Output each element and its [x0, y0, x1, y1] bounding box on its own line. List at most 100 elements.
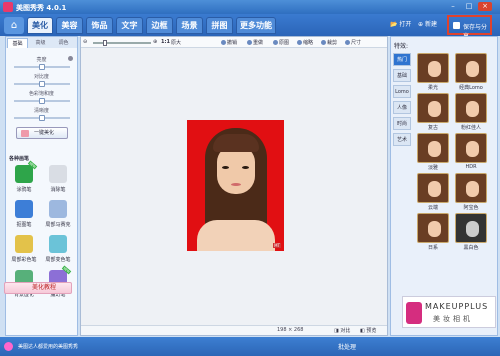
category-portrait[interactable]: 人像: [393, 101, 411, 114]
original-size-button[interactable]: 原大: [171, 39, 181, 46]
tab-text[interactable]: 文字: [116, 17, 143, 34]
effect-thumbnail: [417, 173, 449, 203]
effect-japanese[interactable]: 日系: [415, 213, 451, 251]
effect-hdr[interactable]: HDR: [453, 133, 489, 171]
photo-watermark: MT: [273, 243, 281, 248]
effect-label: 云端: [427, 205, 438, 211]
color-brush[interactable]: 局部彩色笔: [9, 235, 39, 267]
photo-eye: [222, 166, 229, 169]
magic-icon: [21, 130, 29, 137]
tab-accessories[interactable]: 饰品: [86, 17, 113, 34]
zoom-ratio[interactable]: 1:1: [161, 39, 170, 45]
one-click-beautify-button[interactable]: 一键美化: [16, 127, 68, 139]
status-bar: 美图达人都爱用的美图秀秀 批处理: [0, 337, 500, 356]
save-share-button[interactable]: 保存与分享: [447, 15, 492, 40]
zoom-slider[interactable]: [93, 40, 151, 46]
makeupplus-ad[interactable]: MAKEUPPLUS 美妆相机: [402, 296, 496, 328]
undo-button[interactable]: 撤销: [221, 39, 237, 46]
batch-button[interactable]: 批处理: [338, 342, 356, 351]
original-icon: [273, 40, 278, 45]
crop-button[interactable]: 裁剪: [321, 39, 337, 46]
effect-label: 日系: [427, 245, 438, 251]
category-fashion[interactable]: 时尚: [393, 117, 411, 130]
app-window: 美图秀秀 4.0.1 – □ × ⌂ 美化 美容 饰品 文字 边框 场景 拼图 …: [0, 0, 500, 356]
left-tabs: 基础 高级 调色: [6, 37, 77, 48]
minimize-button[interactable]: –: [446, 2, 460, 11]
tab-frame[interactable]: 边框: [146, 17, 173, 34]
effects-panel: 特效: 热门 基础 Lomo 人像 时尚 艺术 柔光 经典Lomo 复古 粉红佳…: [390, 36, 498, 336]
open-button[interactable]: 📂 打开: [390, 19, 411, 28]
tab-basic[interactable]: 基础: [7, 38, 28, 48]
status-message[interactable]: 美图达人都爱用的美图秀秀: [18, 343, 78, 350]
category-basic[interactable]: 基础: [393, 69, 411, 82]
eraser-brush[interactable]: 消除笔: [43, 165, 73, 197]
canvas-toolbar: ⊖ ⊕ 1:1 原大 撤销 重做 原图 缩略 裁剪 尺寸: [81, 37, 387, 48]
effect-thumbnail: [417, 213, 449, 243]
zoom-out-icon[interactable]: ⊖: [83, 39, 87, 45]
resize-button[interactable]: 尺寸: [345, 39, 361, 46]
mosaic-brush[interactable]: 局部马赛克: [43, 200, 73, 232]
saturation-knob[interactable]: [39, 98, 45, 104]
redo-button[interactable]: 重做: [247, 39, 263, 46]
tab-more[interactable]: 更多功能: [236, 17, 276, 34]
preview-button[interactable]: ◧ 预览: [360, 327, 376, 334]
effect-pink-lady[interactable]: 粉红佳人: [453, 93, 489, 131]
tab-color[interactable]: 调色: [53, 38, 74, 48]
thumbnail-icon: [297, 40, 302, 45]
category-art[interactable]: 艺术: [393, 133, 411, 146]
brush-label: 局部彩色笔: [11, 257, 37, 263]
effect-label: 黑白色: [463, 245, 479, 251]
effect-retro[interactable]: 复古: [415, 93, 451, 131]
effect-black-white[interactable]: 黑白色: [453, 213, 489, 251]
tab-scene[interactable]: 场景: [176, 17, 203, 34]
status-icon: [4, 342, 13, 351]
effect-cloud[interactable]: 云端: [415, 173, 451, 211]
category-lomo[interactable]: Lomo: [393, 85, 411, 98]
effect-soft-light[interactable]: 柔光: [415, 53, 451, 91]
brightness-knob[interactable]: [39, 64, 45, 70]
tab-cosmetic[interactable]: 美容: [56, 17, 83, 34]
effects-title: 特效:: [394, 43, 409, 50]
zoom-knob[interactable]: [103, 40, 107, 46]
effect-face: [466, 181, 479, 197]
new-button[interactable]: ⊕ 新建: [418, 19, 437, 28]
effect-face: [428, 61, 441, 77]
effect-classic-lomo[interactable]: 经典Lomo: [453, 53, 489, 91]
close-button[interactable]: ×: [478, 2, 492, 11]
tab-collage[interactable]: 拼图: [206, 17, 233, 34]
category-hot[interactable]: 热门: [393, 53, 411, 66]
contrast-slider[interactable]: [14, 81, 70, 87]
open-label: 打开: [399, 21, 412, 28]
tutorial-label: 美化教程: [32, 284, 57, 291]
photo-preview[interactable]: MT: [187, 120, 284, 251]
effect-face: [466, 101, 479, 117]
maximize-button[interactable]: □: [462, 2, 476, 11]
graffiti-brush[interactable]: 涂鸦笔: [9, 165, 39, 197]
tab-advanced[interactable]: 高级: [30, 38, 51, 48]
home-icon[interactable]: ⌂: [4, 17, 24, 34]
effect-thumbnail: [455, 213, 487, 243]
sharpness-knob[interactable]: [39, 115, 45, 121]
effect-label: 淡雅: [427, 165, 438, 171]
compare-button[interactable]: ◨ 对比: [334, 327, 350, 334]
photo-eye: [242, 166, 249, 169]
original-image-button[interactable]: 原图: [273, 39, 289, 46]
effect-face: [466, 221, 479, 237]
sharpness-slider[interactable]: [14, 115, 70, 121]
effect-abao[interactable]: 阿宝色: [453, 173, 489, 211]
thumbnail-button[interactable]: 缩略: [297, 39, 313, 46]
redo-label: 重做: [253, 40, 264, 46]
recolor-brush[interactable]: 局部变色笔: [43, 235, 73, 267]
tutorial-button[interactable]: 美化教程: [4, 282, 72, 294]
cutout-brush[interactable]: 抠图笔: [9, 200, 39, 232]
menu-bar: ⌂ 美化 美容 饰品 文字 边框 场景 拼图 更多功能 📂 打开 ⊕ 新建: [0, 14, 500, 36]
contrast-knob[interactable]: [39, 81, 45, 87]
title-bar: 美图秀秀 4.0.1 – □ ×: [0, 0, 500, 14]
effect-label: 粉红佳人: [460, 125, 481, 131]
zoom-in-icon[interactable]: ⊕: [153, 39, 157, 45]
tab-beautify[interactable]: 美化: [27, 17, 53, 34]
saturation-slider[interactable]: [14, 98, 70, 104]
effect-thumbnail: [455, 53, 487, 83]
effect-elegant[interactable]: 淡雅: [415, 133, 451, 171]
brightness-slider[interactable]: [14, 64, 70, 70]
